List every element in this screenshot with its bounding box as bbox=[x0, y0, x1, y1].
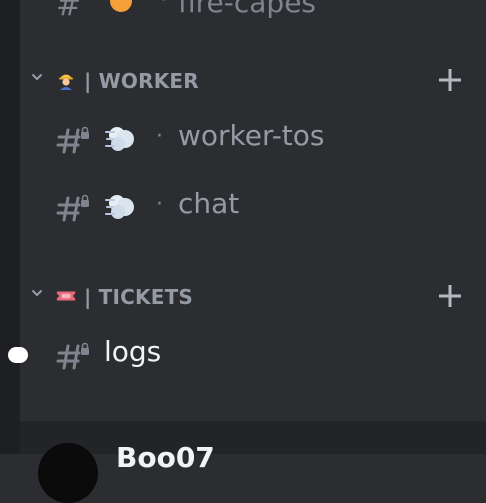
hash-icon: # bbox=[56, 0, 82, 23]
channel-logs[interactable]: logs bbox=[20, 330, 486, 380]
ticket-emoji-icon bbox=[56, 291, 76, 301]
locked-hash-icon bbox=[56, 342, 89, 370]
construction-worker-emoji-icon bbox=[59, 74, 73, 90]
category-name: | WORKER bbox=[84, 69, 199, 93]
dash-emoji-icon bbox=[105, 195, 134, 219]
fire-emoji-icon bbox=[110, 0, 132, 12]
dash-emoji-icon bbox=[105, 127, 134, 151]
channel-name: worker-tos bbox=[178, 119, 325, 152]
channel-name: logs bbox=[104, 335, 162, 368]
avatar[interactable] bbox=[38, 443, 98, 503]
add-channel-icon[interactable] bbox=[436, 66, 464, 94]
chevron-down-icon bbox=[32, 290, 42, 296]
locked-hash-icon bbox=[56, 194, 89, 222]
channel-row-partial[interactable]: # · fire-capes bbox=[20, 0, 486, 23]
channel-name: chat bbox=[178, 187, 240, 220]
username[interactable]: Boo07 bbox=[116, 441, 215, 474]
channel-separator: · bbox=[156, 192, 163, 217]
user-panel: Boo07 bbox=[20, 421, 486, 503]
add-channel-icon[interactable] bbox=[436, 282, 464, 310]
channel-sidebar: # · fire-capes | WORKER · worker-tos · c… bbox=[8, 0, 486, 503]
channel-separator: · bbox=[160, 0, 167, 13]
channel-worker-tos[interactable]: · worker-tos bbox=[20, 114, 486, 164]
server-rail bbox=[0, 0, 20, 454]
category-worker[interactable]: | WORKER bbox=[20, 66, 486, 96]
locked-hash-icon bbox=[56, 126, 89, 154]
channel-name: fire-capes bbox=[178, 0, 317, 19]
category-name: | TICKETS bbox=[84, 285, 194, 309]
chevron-down-icon bbox=[32, 74, 42, 80]
channel-chat[interactable]: · chat bbox=[20, 182, 486, 232]
category-tickets[interactable]: | TICKETS bbox=[20, 282, 486, 312]
channel-separator: · bbox=[156, 124, 163, 149]
